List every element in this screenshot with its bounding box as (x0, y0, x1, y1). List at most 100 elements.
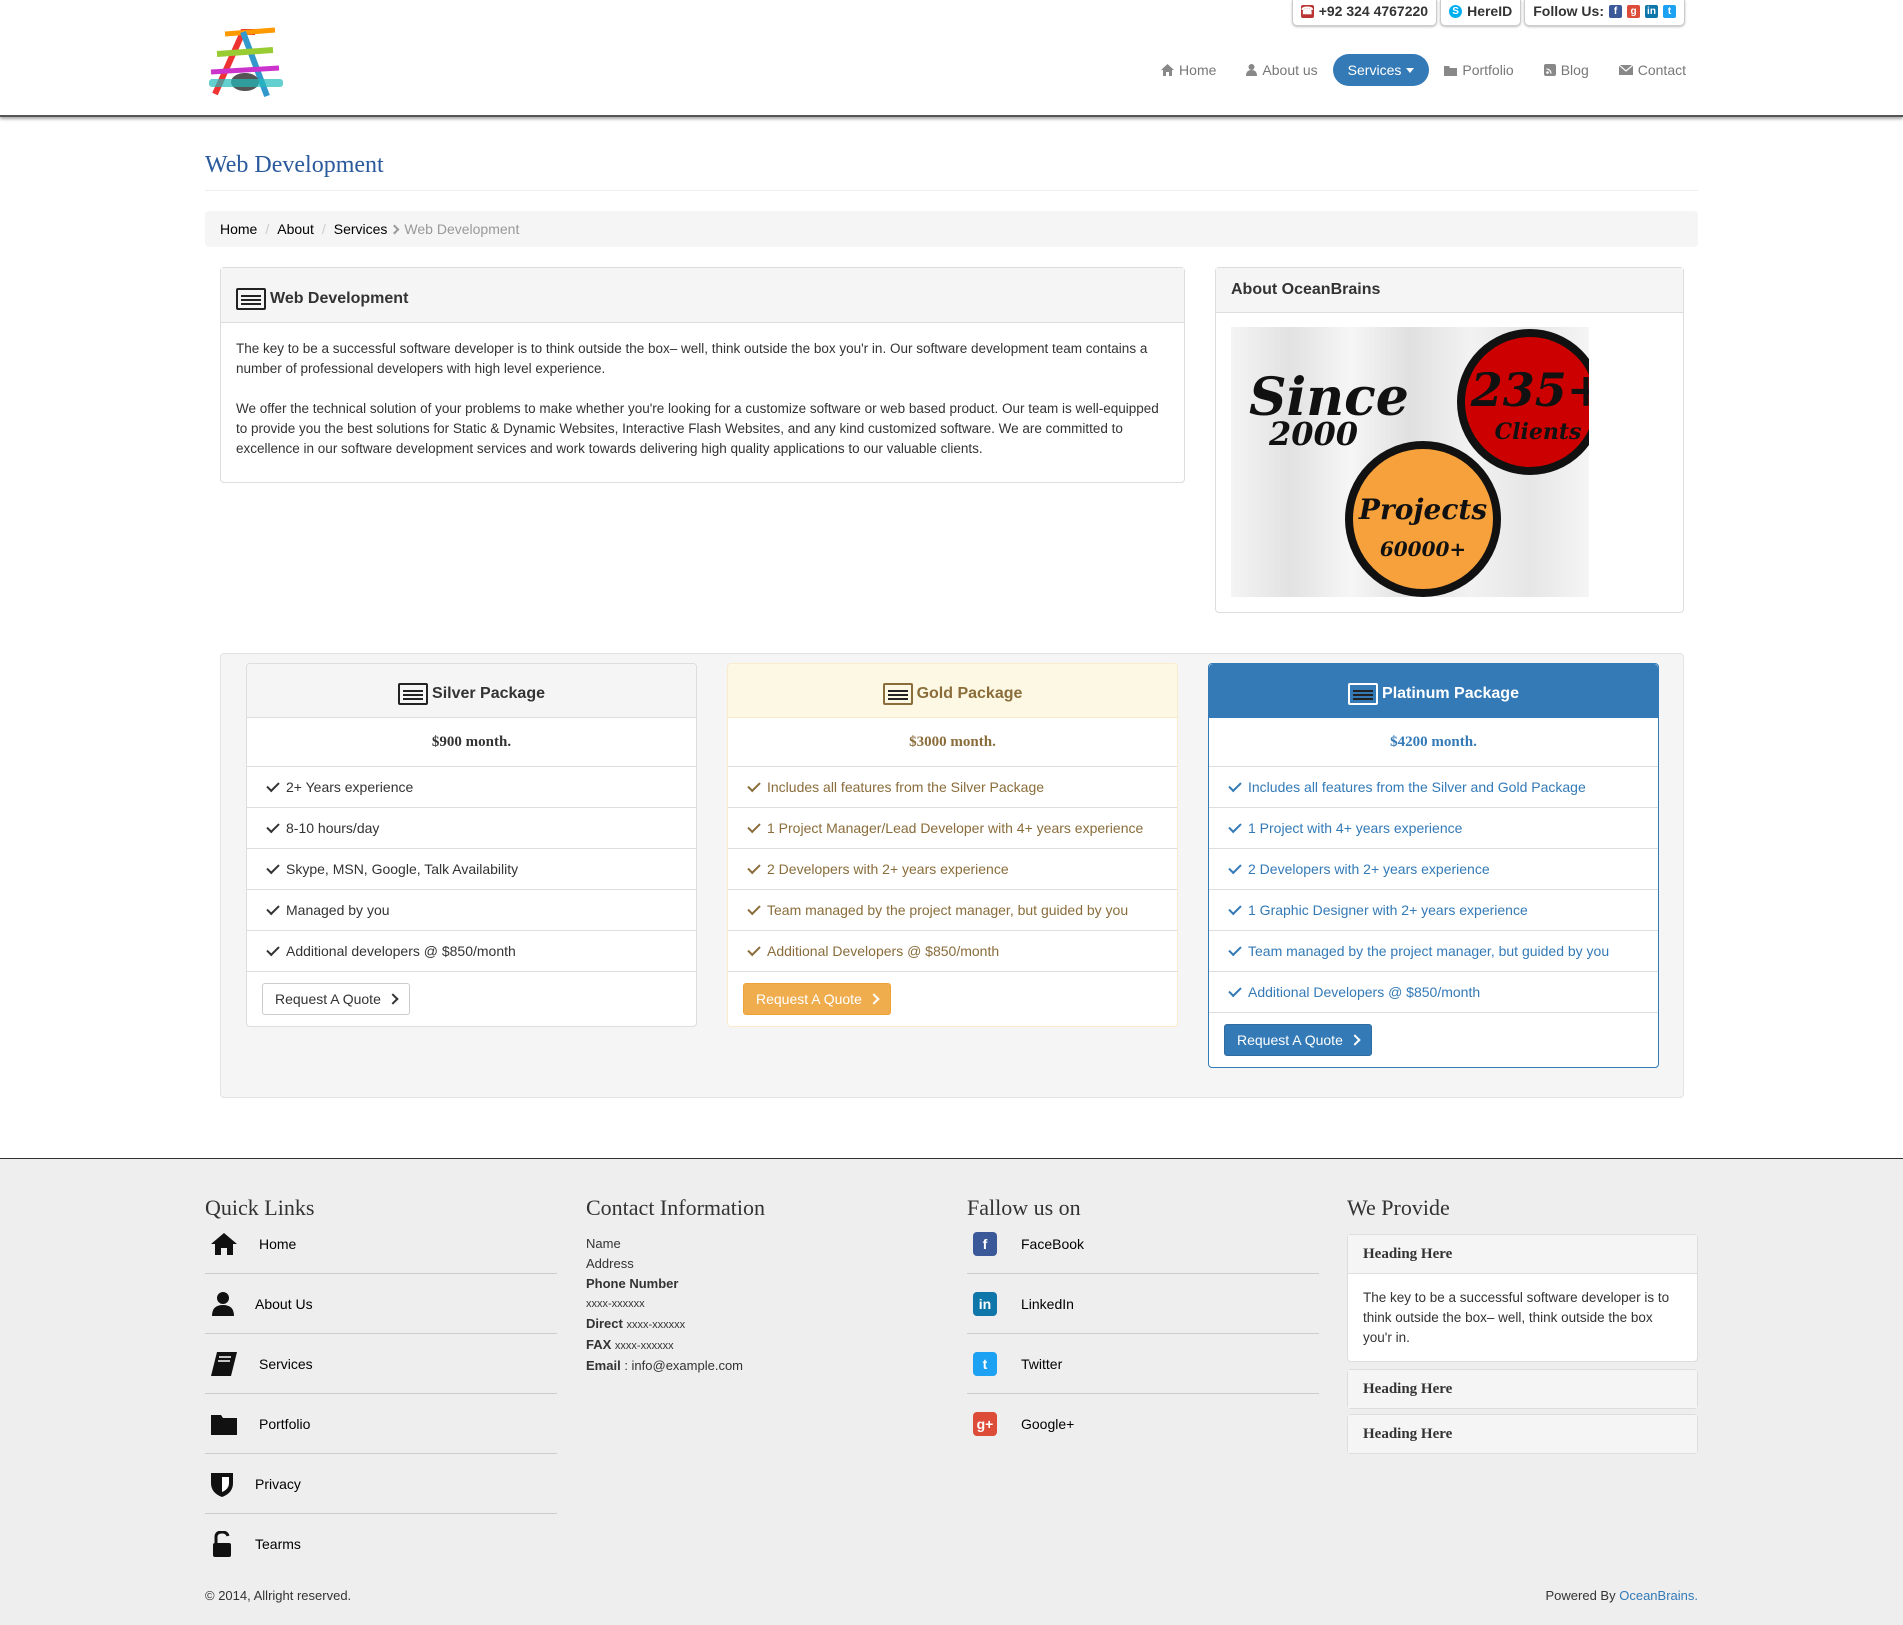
quick-link-label: About Us (255, 1295, 313, 1312)
platinum-feature: 2 Developers with 2+ years experience (1209, 849, 1658, 890)
provide-body: The key to be a successful software deve… (1363, 1290, 1670, 1345)
nav-home[interactable]: Home (1146, 54, 1231, 86)
nav-blog-label: Blog (1560, 62, 1589, 78)
linkedin-icon: in (973, 1291, 997, 1316)
quick-link-label: Tearms (255, 1536, 301, 1552)
silver-feature: Managed by you (247, 890, 696, 931)
check-icon (266, 778, 280, 792)
button-label: Request A Quote (275, 990, 381, 1007)
feature-text: Includes all features from the Silver an… (1248, 779, 1586, 795)
google-plus-icon[interactable]: g (1627, 4, 1640, 18)
nav-contact[interactable]: Contact (1604, 54, 1701, 86)
contact-direct-label: Direct (586, 1316, 623, 1331)
provide-heading[interactable]: Heading Here (1348, 1415, 1697, 1453)
services-paragraph: We offer the technical solution of your … (236, 401, 1159, 456)
breadcrumb-services[interactable]: Services (334, 221, 388, 237)
follow-twitter[interactable]: t Twitter (967, 1334, 1319, 1394)
about-panel: About OceanBrains Since 2000 235+ Client… (1215, 267, 1684, 613)
about-panel-header: About OceanBrains (1216, 268, 1683, 313)
chevron-right-icon (387, 992, 399, 1005)
quick-link-terms[interactable]: Tearms (205, 1514, 557, 1574)
about-panel-title: About OceanBrains (1231, 281, 1381, 298)
quick-link-label: Privacy (255, 1475, 301, 1492)
follow-linkedin[interactable]: in LinkedIn (967, 1274, 1319, 1334)
feature-text: 1 Graphic Designer with 2+ years experie… (1248, 902, 1528, 918)
skype-icon: S (1449, 4, 1463, 18)
breadcrumb-about[interactable]: About (277, 221, 314, 237)
contact-phone-label: Phone Number (586, 1276, 679, 1291)
intro-paragraph: The key to be a successful software deve… (236, 341, 1148, 376)
skype-id: HereID (1467, 3, 1513, 19)
gold-feature: Team managed by the project manager, but… (728, 890, 1177, 931)
main-nav: Home About us Services Portfolio Blog Co… (1146, 54, 1701, 86)
provide-heading[interactable]: Heading Here (1348, 1370, 1697, 1408)
silver-package-header: Silver Package (247, 664, 696, 718)
linkedin-icon[interactable]: in (1645, 4, 1658, 18)
quick-link-home[interactable]: Home (205, 1214, 557, 1274)
quick-link-services[interactable]: Services (205, 1334, 557, 1394)
quick-link-portfolio[interactable]: Portfolio (205, 1394, 557, 1454)
phone-number: +92 324 4767220 (1318, 3, 1429, 19)
nav-blog[interactable]: Blog (1529, 54, 1604, 86)
contact-address: Address (586, 1256, 634, 1271)
follow-facebook[interactable]: f FaceBook (967, 1214, 1319, 1274)
platinum-feature: Team managed by the project manager, but… (1209, 931, 1658, 972)
projects-number: 60000+ (1379, 537, 1467, 561)
quick-link-label: Portfolio (259, 1415, 311, 1432)
web-development-panel: Web Development The key to be a successf… (220, 267, 1185, 483)
platinum-feature: 1 Project with 4+ years experience (1209, 808, 1658, 849)
site-logo[interactable] (205, 24, 287, 106)
phone-icon: ☎ (1300, 4, 1314, 18)
quick-link-about[interactable]: About Us (205, 1274, 557, 1334)
home-icon (211, 1232, 237, 1255)
skype-box[interactable]: S HereID (1440, 0, 1522, 26)
web-development-panel-header: Web Development (221, 268, 1184, 323)
check-icon (747, 860, 761, 874)
powered-by-link[interactable]: OceanBrains. (1619, 1588, 1698, 1603)
follow-google-plus[interactable]: g+ Google+ (967, 1394, 1319, 1454)
check-icon (747, 942, 761, 956)
phone-box[interactable]: ☎ +92 324 4767220 (1291, 0, 1438, 26)
gold-request-quote-button[interactable]: Request A Quote (743, 982, 891, 1015)
silver-request-quote-button[interactable]: Request A Quote (262, 982, 410, 1015)
twitter-icon[interactable]: t (1663, 4, 1676, 18)
site-header: ☎ +92 324 4767220 S HereID Follow Us: f … (0, 0, 1903, 117)
nav-portfolio[interactable]: Portfolio (1429, 54, 1528, 86)
check-icon (266, 901, 280, 915)
user-icon (212, 1291, 234, 1316)
nav-services[interactable]: Services (1332, 54, 1430, 86)
contact-info-title: Contact Information (586, 1195, 766, 1220)
provide-heading[interactable]: Heading Here (1348, 1235, 1697, 1274)
feature-text: 1 Project with 4+ years experience (1248, 820, 1463, 836)
shield-icon (211, 1472, 233, 1497)
gold-feature: 2 Developers with 2+ years experience (728, 849, 1177, 890)
home-icon (1161, 64, 1175, 76)
breadcrumb-home[interactable]: Home (220, 221, 257, 237)
breadcrumb: Home / About / Services Web Development (205, 211, 1698, 247)
follow-label: FaceBook (1021, 1235, 1085, 1252)
nav-about-label: About us (1262, 62, 1318, 78)
facebook-icon[interactable]: f (1609, 4, 1622, 18)
provide-panel-3: Heading Here (1347, 1414, 1698, 1454)
check-icon (1228, 983, 1242, 997)
provide-panel-1: Heading Here The key to be a successful … (1347, 1234, 1698, 1362)
quick-link-privacy[interactable]: Privacy (205, 1454, 557, 1514)
gold-feature: Includes all features from the Silver Pa… (728, 767, 1177, 808)
feature-text: Additional developers @ $850/month (286, 943, 516, 959)
packages-section: Silver Package $900 month. 2+ Years expe… (220, 653, 1684, 1098)
feature-text: 2 Developers with 2+ years experience (1248, 861, 1490, 877)
nav-about[interactable]: About us (1231, 54, 1332, 86)
list-icon (236, 288, 266, 310)
check-icon (266, 819, 280, 833)
follow-label: Google+ (1021, 1416, 1075, 1432)
stats-banner: Since 2000 235+ Clients Projects 60000+ (1231, 327, 1589, 597)
web-development-panel-title: Web Development (270, 290, 409, 307)
platinum-request-quote-button[interactable]: Request A Quote (1224, 1023, 1372, 1056)
gold-package-title: Gold Package (916, 684, 1023, 702)
silver-package-title: Silver Package (432, 684, 545, 702)
folder-icon (1444, 65, 1458, 76)
page-title: Web Development (205, 152, 384, 178)
user-icon (1246, 64, 1258, 76)
contact-email-value[interactable]: : info@example.com (624, 1358, 743, 1373)
feature-text: Additional Developers @ $850/month (1248, 984, 1481, 1000)
